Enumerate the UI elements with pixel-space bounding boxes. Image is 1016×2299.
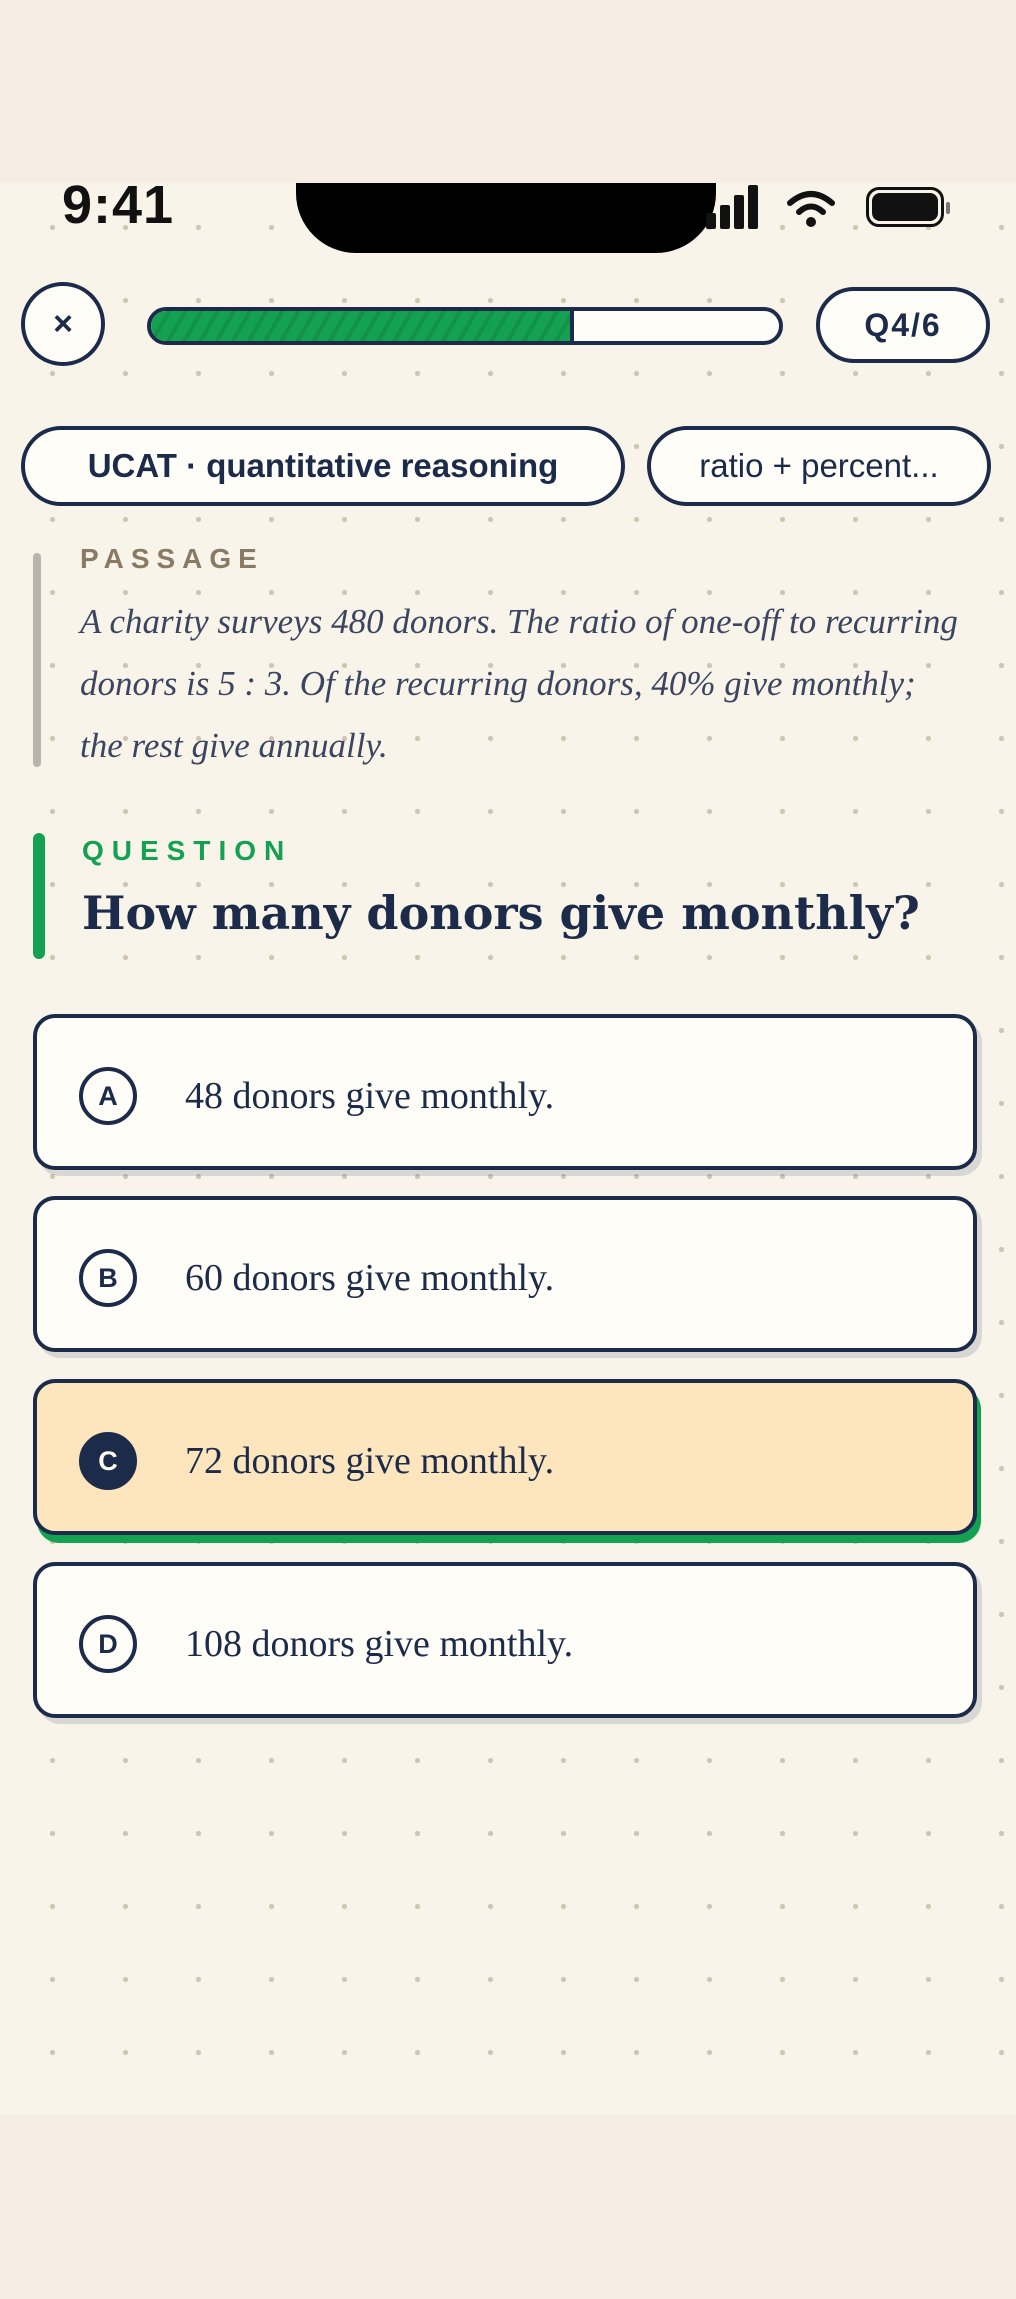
- option-d[interactable]: D 108 donors give monthly.: [33, 1562, 977, 1718]
- option-letter: B: [79, 1249, 137, 1307]
- passage-accent-bar: [33, 553, 41, 767]
- question-label: QUESTION: [82, 835, 293, 866]
- quiz-screen: 9:41 × Q4/6 UCAT · quantitative reasonin…: [0, 183, 1016, 2115]
- dynamic-island: [296, 183, 716, 253]
- option-letter: A: [79, 1067, 137, 1125]
- battery-icon: [866, 187, 950, 227]
- question-text: How many donors give monthly?: [82, 886, 920, 940]
- question-counter: Q4/6: [816, 287, 990, 363]
- option-a[interactable]: A 48 donors give monthly.: [33, 1014, 977, 1170]
- topic-chip[interactable]: ratio + percent...: [647, 426, 991, 506]
- question-accent-bar: [33, 833, 45, 959]
- option-text: 108 donors give monthly.: [185, 1623, 574, 1665]
- wifi-icon: [787, 191, 835, 227]
- option-c[interactable]: C 72 donors give monthly.: [33, 1379, 977, 1535]
- exam-chip[interactable]: UCAT · quantitative reasoning: [21, 426, 625, 506]
- progress-bar: [147, 307, 783, 345]
- option-b[interactable]: B 60 donors give monthly.: [33, 1196, 977, 1352]
- option-text: 60 donors give monthly.: [185, 1257, 555, 1299]
- progress-fill: [151, 311, 574, 341]
- option-text: 72 donors give monthly.: [185, 1440, 555, 1482]
- passage-text: A charity surveys 480 donors. The ratio …: [80, 602, 958, 765]
- status-time: 9:41: [62, 183, 175, 235]
- passage-label: PASSAGE: [80, 543, 264, 574]
- close-icon: ×: [53, 304, 73, 343]
- close-button[interactable]: ×: [21, 282, 105, 366]
- option-text: 48 donors give monthly.: [185, 1075, 555, 1117]
- option-letter: D: [79, 1615, 137, 1673]
- option-letter: C: [79, 1432, 137, 1490]
- signal-icon: [706, 185, 758, 229]
